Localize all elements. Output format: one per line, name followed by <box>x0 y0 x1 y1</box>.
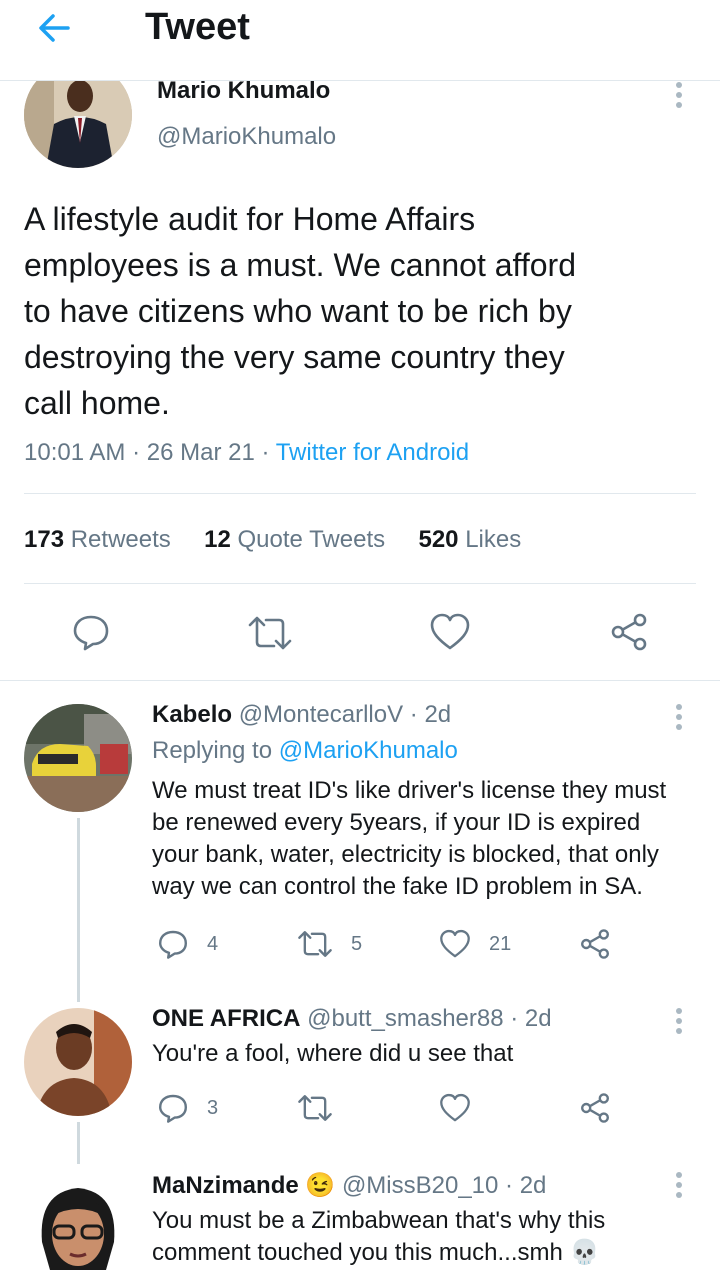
replying-to: Replying to @MarioKhumalo <box>152 736 458 766</box>
reply-icon <box>159 930 187 959</box>
retweets-stat[interactable]: 173 Retweets <box>24 526 171 553</box>
reply-text-line: comment touched you this much...smh 💀 <box>152 1239 600 1266</box>
like-count: 21 <box>489 932 512 955</box>
replying-to-prefix: Replying to <box>152 737 273 764</box>
tweet-text-line: destroying the very same country they <box>24 339 565 375</box>
thread-line <box>77 1122 80 1164</box>
divider <box>0 680 720 681</box>
quotes-label: Quote Tweets <box>237 526 386 553</box>
reply-header: Kabelo @MontecarlloV · 2d <box>152 700 451 730</box>
reply-text: You're a fool, where did u see that <box>152 1038 513 1070</box>
tweet-text-line: call home. <box>24 385 170 421</box>
reply-header: MaNzimande 😉 @MissB20_10 · 2d <box>152 1171 546 1201</box>
reply-age: · 2d <box>505 1172 547 1199</box>
reply-action[interactable]: 3 <box>157 1092 218 1124</box>
reply-action[interactable]: 4 <box>157 928 218 960</box>
tweet-text-line: employees is a must. We cannot afford <box>24 247 576 283</box>
meta-separator: · <box>261 439 270 466</box>
retweet-count: 5 <box>351 932 363 955</box>
reply-icon <box>159 1094 187 1123</box>
reply-author-handle[interactable]: @MissB20_10 <box>342 1172 498 1199</box>
tweet-date: 26 Mar 21 <box>146 439 255 466</box>
reply-avatar[interactable] <box>24 704 132 812</box>
like-action[interactable] <box>439 1092 489 1124</box>
divider <box>24 493 696 494</box>
reply-author-handle[interactable]: @MontecarlloV <box>239 701 403 728</box>
reply-author-handle[interactable]: @butt_smasher88 <box>307 1005 503 1032</box>
tweet-source-link[interactable]: Twitter for Android <box>276 439 469 466</box>
tweet-text-line: to have citizens who want to be rich by <box>24 293 572 329</box>
replying-to-handle[interactable]: @MarioKhumalo <box>279 737 458 764</box>
heart-icon[interactable] <box>429 612 471 652</box>
reply-avatar[interactable] <box>24 1008 132 1116</box>
likes-label: Likes <box>465 526 522 553</box>
reply-actions: 4 5 21 <box>157 928 617 962</box>
retweets-label: Retweets <box>70 526 171 553</box>
retweet-icon <box>298 931 332 957</box>
page-title: Tweet <box>145 6 250 48</box>
heart-icon <box>440 1093 470 1122</box>
winking-face-emoji: 😉 <box>305 1172 336 1199</box>
reply-author-name[interactable]: ONE AFRICA <box>152 1005 300 1032</box>
share-icon[interactable] <box>579 928 611 960</box>
bitmoji-avatar <box>24 1172 132 1280</box>
thread-line <box>77 818 80 1002</box>
reply-text-line: your bank, water, electricity is blocked… <box>152 841 659 868</box>
reply-avatar[interactable] <box>24 1172 132 1280</box>
quotes-count: 12 <box>204 526 231 553</box>
divider <box>24 583 696 584</box>
reply-count: 3 <box>207 1096 219 1119</box>
author-handle[interactable]: @MarioKhumalo <box>157 122 336 152</box>
reply-text: You must be a Zimbabwean that's why this… <box>152 1205 605 1269</box>
quotes-stat[interactable]: 12 Quote Tweets <box>204 526 385 553</box>
person-photo <box>24 1008 132 1116</box>
meta-separator: · <box>132 439 141 466</box>
reply-actions: 3 <box>157 1092 617 1126</box>
like-action[interactable]: 21 <box>439 928 511 960</box>
likes-count: 520 <box>418 526 459 553</box>
more-vertical-icon[interactable] <box>676 704 686 734</box>
retweet-action[interactable]: 5 <box>297 928 362 960</box>
reply-icon[interactable] <box>71 612 111 652</box>
retweet-icon <box>298 1095 332 1121</box>
reply-age: · 2d <box>510 1005 552 1032</box>
more-vertical-icon[interactable] <box>676 1008 686 1038</box>
share-icon[interactable] <box>609 612 649 652</box>
retweets-count: 173 <box>24 526 65 553</box>
reply-text: We must treat ID's like driver's license… <box>152 775 666 903</box>
reply-author-name[interactable]: MaNzimande <box>152 1172 299 1199</box>
more-vertical-icon[interactable] <box>676 82 686 112</box>
top-bar: Tweet <box>0 0 720 81</box>
retweet-action[interactable] <box>297 1092 351 1124</box>
retweet-icon[interactable] <box>247 614 293 652</box>
tweet-text: A lifestyle audit for Home Affairs emplo… <box>24 196 576 426</box>
tweet-stats: 173 Retweets 12 Quote Tweets 520 Likes <box>24 525 521 555</box>
reply-age: · 2d <box>409 701 452 728</box>
reply-count: 4 <box>207 932 219 955</box>
more-vertical-icon[interactable] <box>676 1172 686 1202</box>
arrow-left-icon[interactable] <box>34 8 74 48</box>
reply-author-name[interactable]: Kabelo <box>152 701 232 728</box>
reply-text-line: You're a fool, where did u see that <box>152 1040 514 1067</box>
reply-text-line: We must treat ID's like driver's license… <box>152 777 667 804</box>
share-icon[interactable] <box>579 1092 611 1124</box>
reply-text-line: be renewed every 5years, if your ID is e… <box>152 809 641 836</box>
reply-header: ONE AFRICA @butt_smasher88 · 2d <box>152 1004 552 1034</box>
car-photo <box>24 704 132 812</box>
tweet-meta: 10:01 AM · 26 Mar 21 · Twitter for Andro… <box>24 438 469 468</box>
reply-text-line: You must be a Zimbabwean that's why this <box>152 1207 606 1234</box>
tweet-time: 10:01 AM <box>24 439 126 466</box>
reply-text-line: way we can control the fake ID problem i… <box>152 873 643 900</box>
likes-stat[interactable]: 520 Likes <box>418 526 521 553</box>
tweet-text-line: A lifestyle audit for Home Affairs <box>24 201 476 237</box>
heart-icon <box>440 929 470 958</box>
